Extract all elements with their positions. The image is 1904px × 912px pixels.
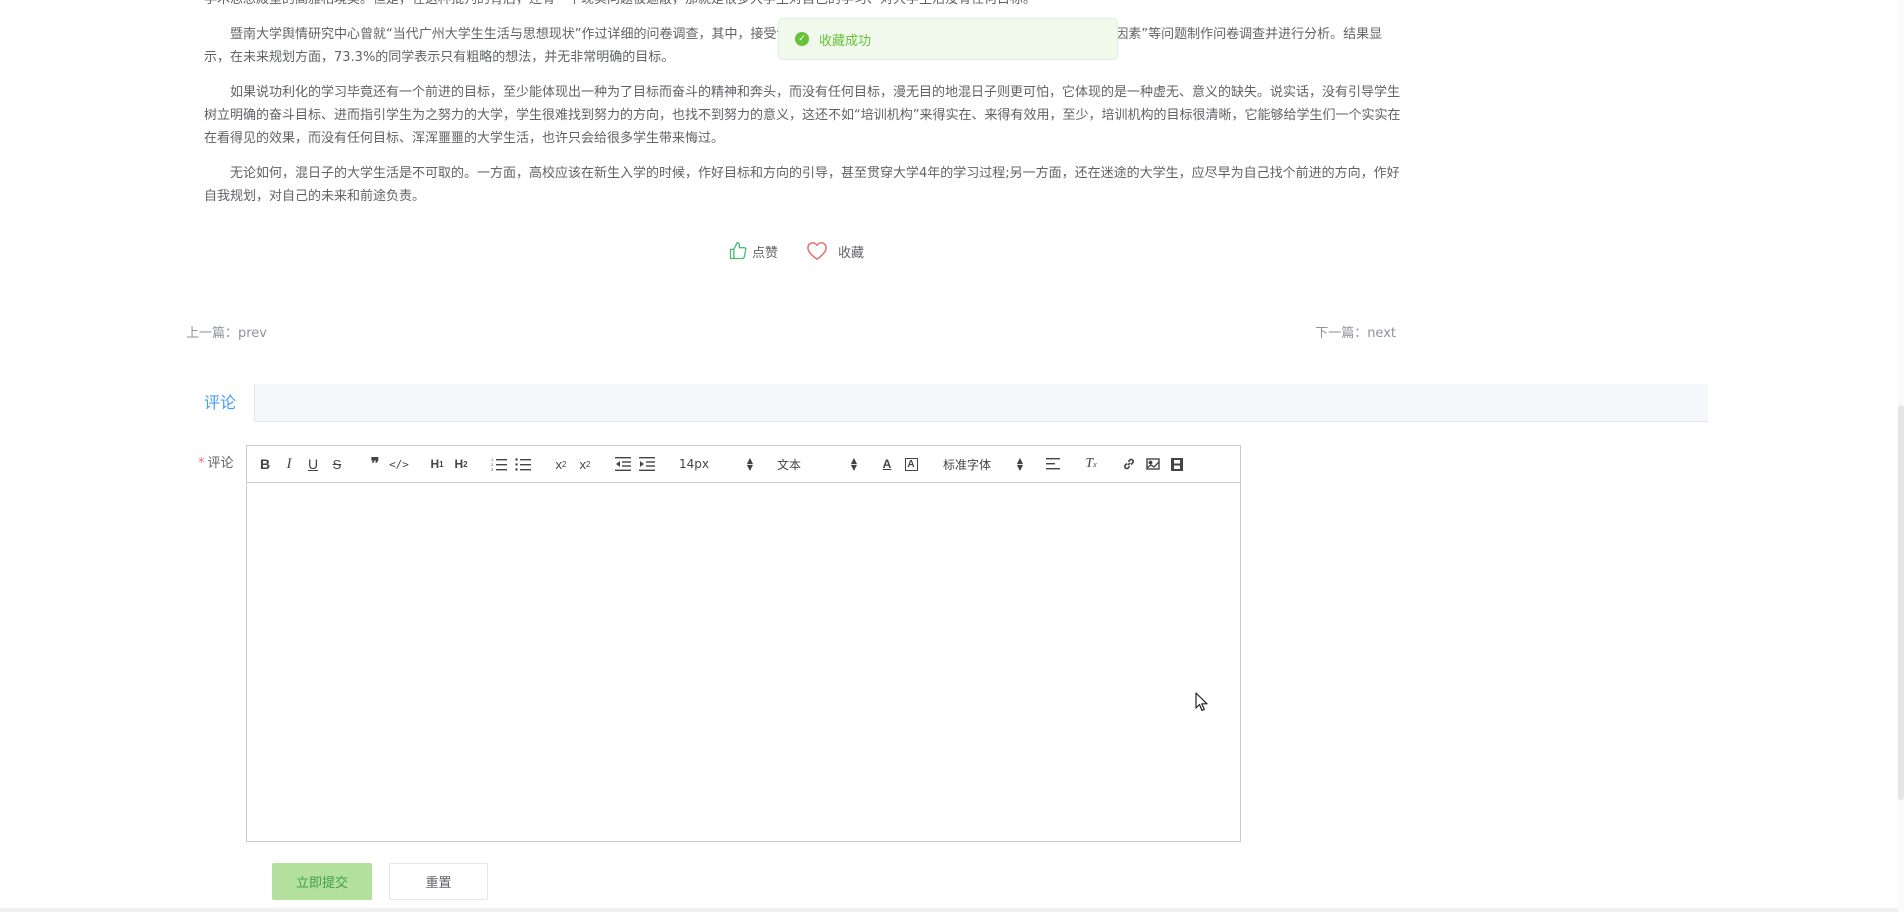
prev-article-link[interactable]: 上一篇：prev [186, 322, 267, 341]
code-block-icon[interactable]: </> [387, 453, 411, 475]
align-glyph [1046, 458, 1060, 470]
rich-text-editor: B I U S ❞ </> H1 H2 123 x2 x2 14px ▲ ▼ 文… [246, 445, 1241, 842]
video-glyph [1171, 457, 1183, 471]
video-icon[interactable] [1165, 453, 1189, 475]
toast-message: 收藏成功 [819, 33, 872, 49]
comment-editor-area[interactable] [247, 483, 1240, 841]
subscript-icon[interactable]: x2 [549, 453, 573, 475]
mouse-cursor-icon [1195, 692, 1209, 716]
header-1-icon[interactable]: H1 [425, 453, 449, 475]
favorite-label: 收藏 [838, 245, 865, 261]
image-glyph [1146, 458, 1160, 470]
header-picker[interactable]: 文本 ▲ ▼ [771, 453, 861, 475]
underline-icon[interactable]: U [301, 453, 325, 475]
article-pager: 上一篇：prev 下一篇：next [186, 322, 1396, 341]
strikethrough-icon[interactable]: S [325, 453, 349, 475]
article-paragraph: 如果说功利化的学习毕竟还有一个前进的目标，至少能体现出一种为了目标而奋斗的精神和… [204, 85, 1401, 146]
sort-caret-icon: ▲ ▼ [850, 456, 857, 472]
like-label: 点赞 [752, 245, 779, 261]
ordered-list-glyph: 123 [491, 457, 507, 471]
article-paragraph: 学术思想殿堂的高雅相境美。但是，在这种批判的背后，还有一个现实问题被遮蔽，那就是… [204, 0, 1404, 11]
superscript-icon[interactable]: x2 [573, 453, 597, 475]
indent-icon[interactable] [635, 453, 659, 475]
indent-glyph [639, 457, 655, 471]
font-family-value: 标准字体 [943, 457, 992, 472]
cursor-arrow-glyph [1195, 692, 1208, 712]
blockquote-icon[interactable]: ❞ [363, 453, 387, 475]
thumbs-up-icon [729, 242, 747, 260]
sort-caret-icon: ▲ ▼ [746, 456, 753, 472]
font-color-icon[interactable]: A [875, 453, 899, 475]
article-actions: 点赞 收藏 [728, 241, 892, 261]
page-scrollbar[interactable] [1898, 0, 1904, 912]
sort-caret-icon: ▲ ▼ [1016, 456, 1023, 472]
editor-toolbar: B I U S ❞ </> H1 H2 123 x2 x2 14px ▲ ▼ 文… [247, 446, 1240, 483]
svg-text:3: 3 [491, 467, 494, 471]
header-value: 文本 [777, 457, 802, 472]
bullet-list-glyph [515, 458, 531, 471]
header-2-icon[interactable]: H2 [449, 453, 473, 475]
favorite-button[interactable]: 收藏 [806, 241, 864, 261]
heart-icon [807, 242, 827, 260]
align-icon[interactable] [1041, 453, 1065, 475]
link-icon[interactable] [1117, 453, 1141, 475]
reset-button[interactable]: 重置 [389, 863, 488, 900]
comment-tabs: 评论 [186, 384, 1708, 422]
background-color-icon[interactable]: A [899, 453, 923, 475]
link-glyph [1124, 458, 1134, 470]
bold-icon[interactable]: B [253, 453, 277, 475]
required-mark: * [198, 456, 205, 471]
success-toast: ✓ 收藏成功 [778, 18, 1118, 60]
tab-comment[interactable]: 评论 [186, 384, 256, 422]
check-circle-icon: ✓ [795, 32, 809, 46]
italic-icon[interactable]: I [277, 453, 301, 475]
submit-button[interactable]: 立即提交 [272, 863, 372, 900]
outdent-glyph [615, 457, 631, 471]
clear-format-icon[interactable]: Tx [1079, 453, 1103, 475]
page-bottom-divider [0, 908, 1904, 912]
outdent-icon[interactable] [611, 453, 635, 475]
font-size-value: 14px [679, 457, 709, 471]
bullet-list-icon[interactable] [511, 453, 535, 475]
scrollbar-thumb[interactable] [1898, 405, 1904, 800]
next-article-link[interactable]: 下一篇：next [1315, 322, 1396, 341]
comment-field-label: * 评论 [198, 452, 234, 471]
highlight-glyph: A [904, 457, 918, 471]
image-icon[interactable] [1141, 453, 1165, 475]
comment-label-text: 评论 [207, 456, 234, 471]
article-paragraph: 无论如何，混日子的大学生活是不可取的。一方面，高校应该在新生入学的时候，作好目标… [204, 166, 1400, 204]
font-family-picker[interactable]: 标准字体 ▲ ▼ [937, 453, 1027, 475]
font-size-picker[interactable]: 14px ▲ ▼ [673, 453, 757, 475]
like-button[interactable]: 点赞 [728, 241, 778, 261]
ordered-list-icon[interactable]: 123 [487, 453, 511, 475]
